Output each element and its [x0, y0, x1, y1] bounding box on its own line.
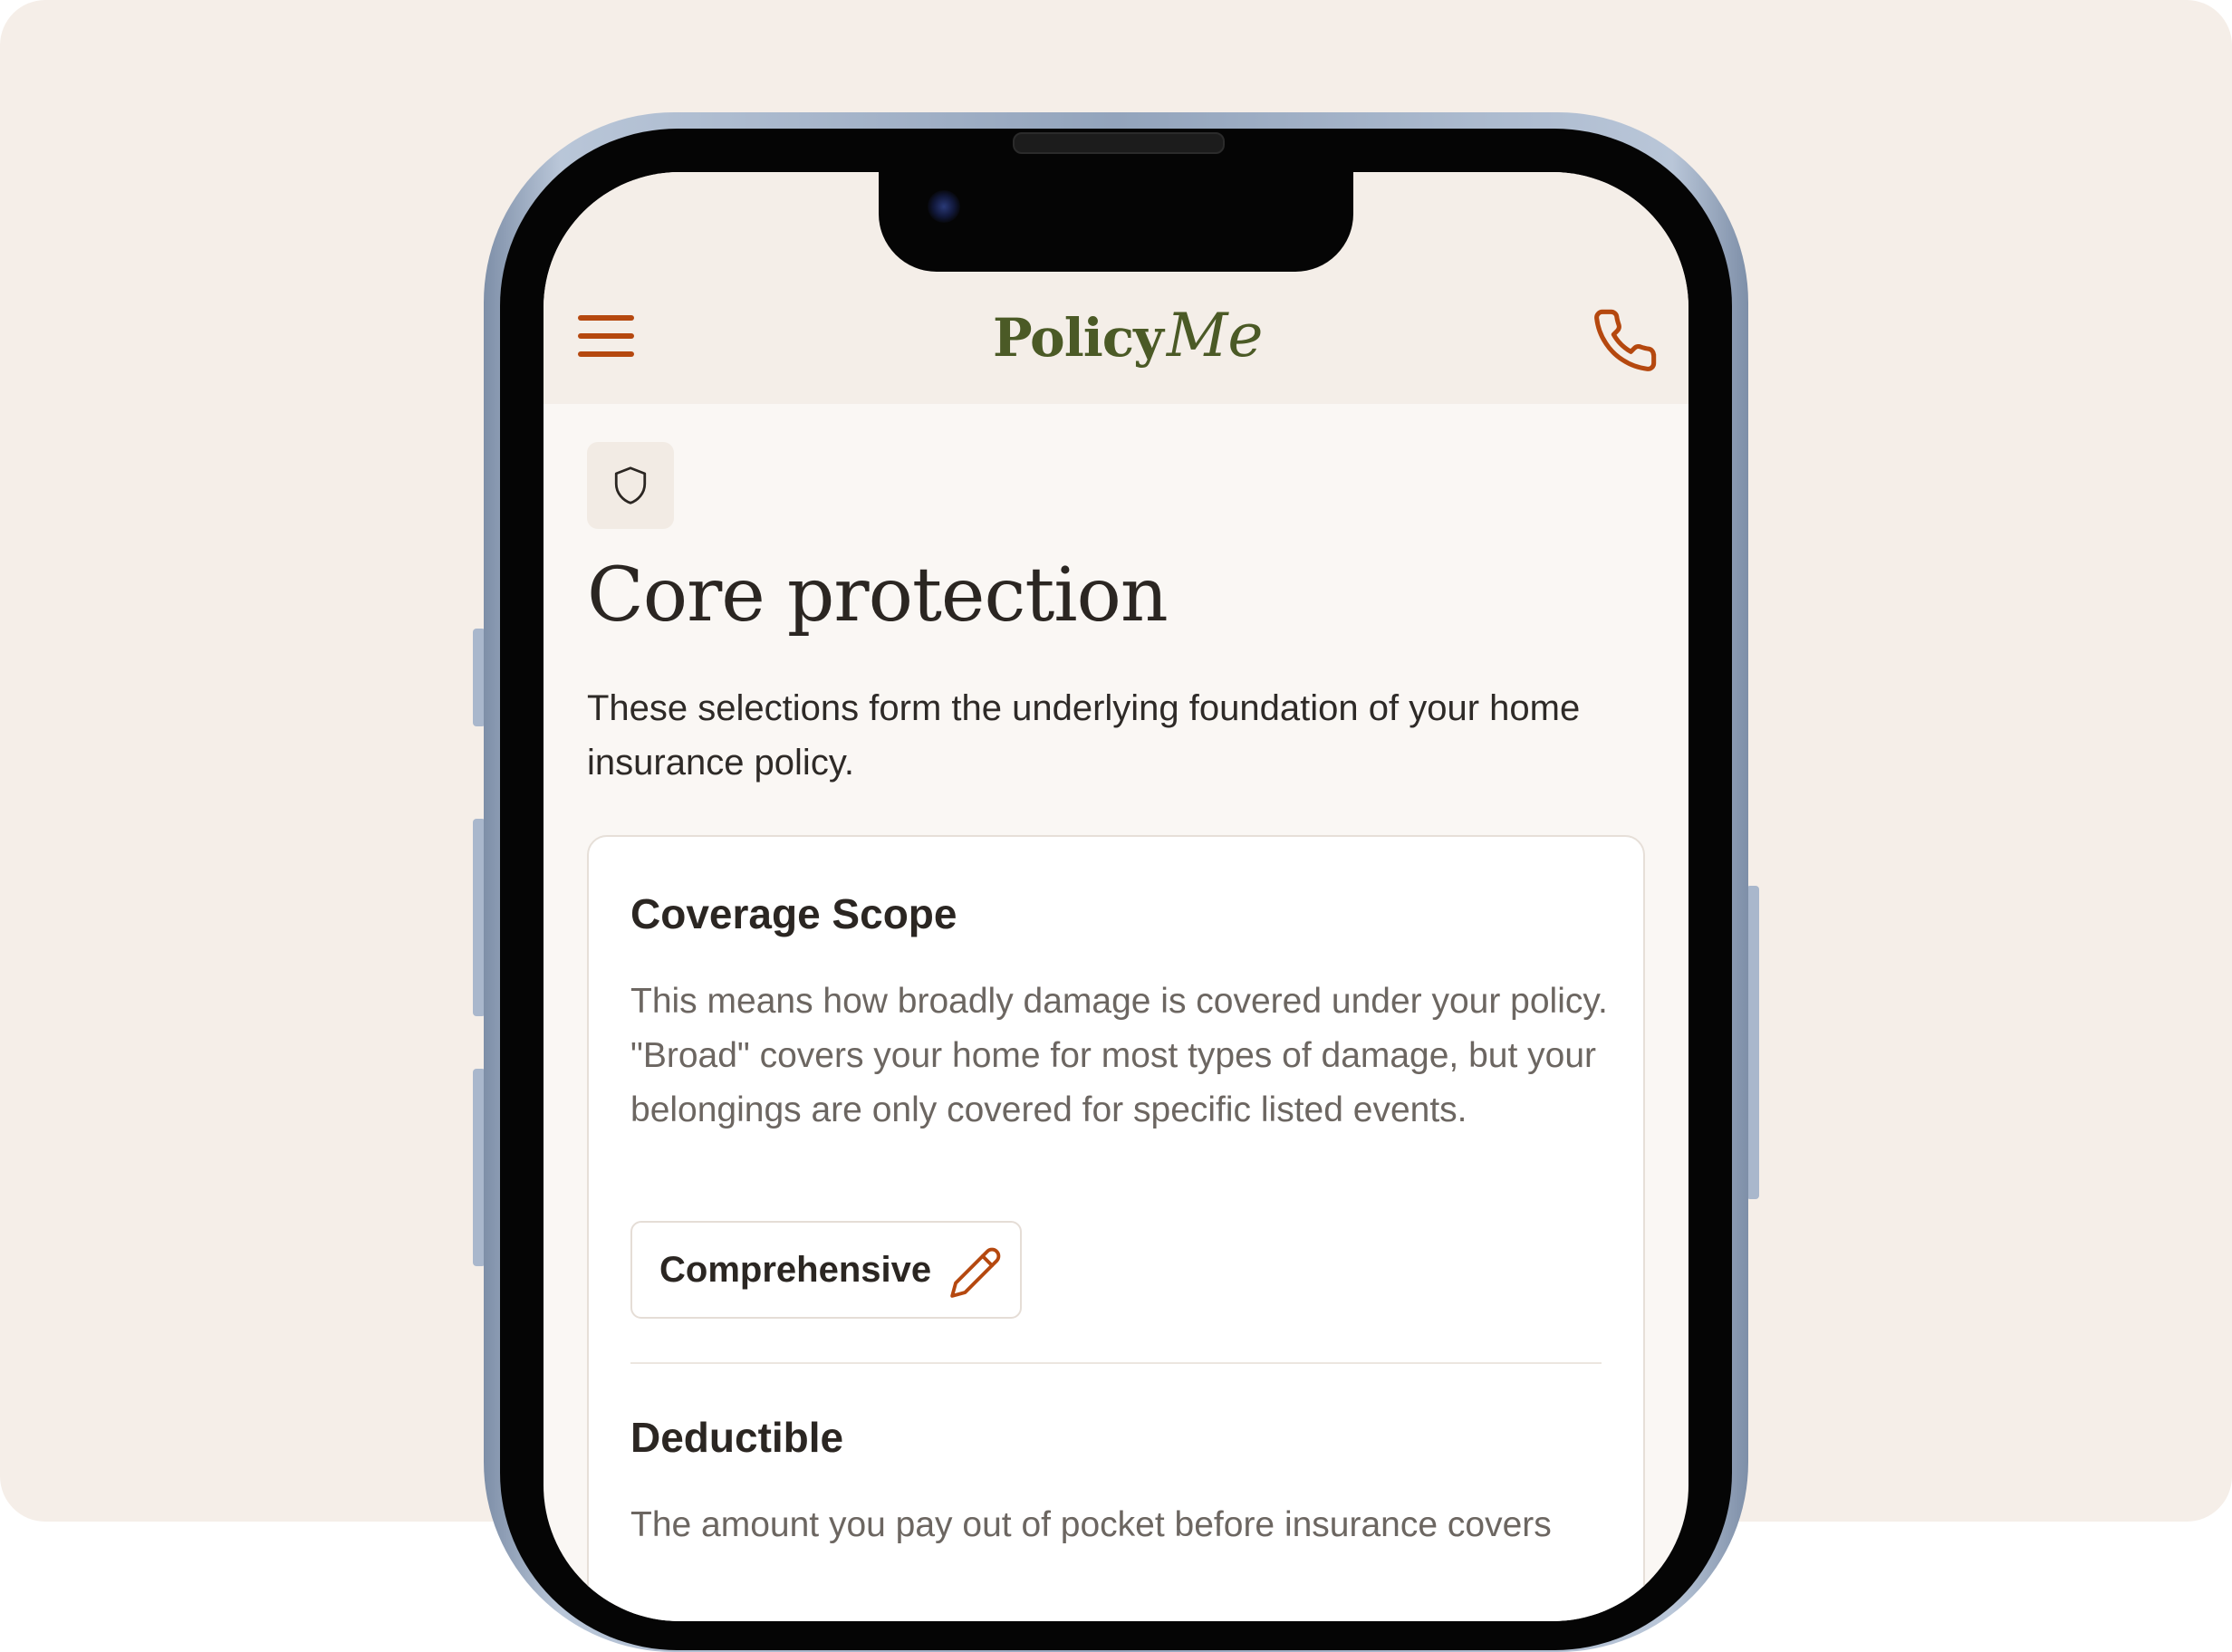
coverage-scope-edit-button[interactable]: Comprehensive — [630, 1221, 1022, 1319]
logo-script-text: Me — [1166, 301, 1264, 370]
power-button — [1746, 886, 1759, 1199]
phone-icon[interactable] — [1591, 306, 1660, 375]
card-divider — [630, 1362, 1602, 1364]
coverage-scope-description: This means how broadly damage is covered… — [630, 982, 1608, 1129]
front-camera — [928, 190, 960, 223]
deductible-title: Deductible — [630, 1414, 844, 1461]
shield-tile — [587, 442, 674, 529]
coverage-scope-value: Comprehensive — [659, 1249, 932, 1290]
deductible-description: The amount you pay out of pocket before … — [630, 1505, 1552, 1544]
phone-screen: Policy Me Core protection These selectio… — [544, 172, 1688, 1621]
shield-icon — [614, 466, 647, 504]
coverage-card: Coverage Scope This means how broadly da… — [587, 835, 1645, 1621]
coverage-scope-title: Coverage Scope — [630, 890, 957, 937]
policyme-logo[interactable]: Policy Me — [993, 301, 1263, 373]
page-description: These selections form the underlying fou… — [587, 688, 1581, 783]
page-title: Core protection — [587, 552, 1169, 639]
hamburger-menu-icon[interactable] — [578, 315, 636, 362]
earpiece-speaker — [1013, 132, 1225, 154]
pencil-icon — [950, 1247, 1001, 1298]
logo-primary-text: Policy — [993, 307, 1164, 369]
